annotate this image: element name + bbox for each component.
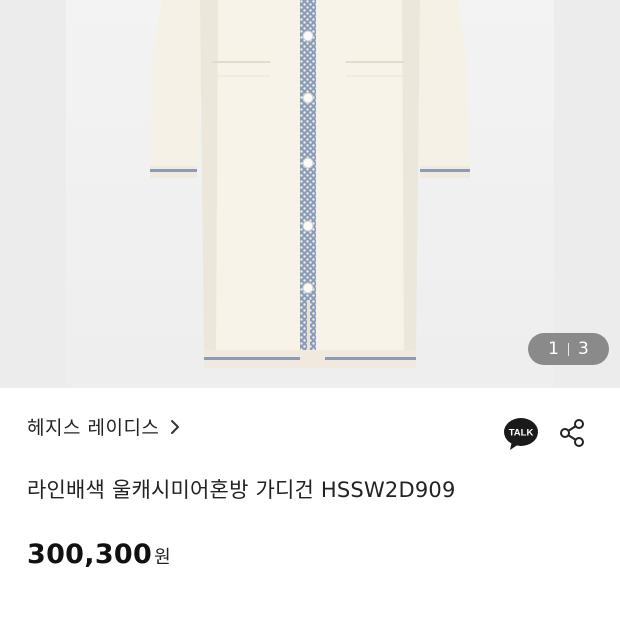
talk-label: TALK (509, 428, 534, 439)
image-pager: 1 3 (528, 333, 609, 365)
brand-link[interactable]: 헤지스 레이디스 (27, 413, 183, 440)
product-image (150, 0, 470, 368)
kakaotalk-icon[interactable]: TALK (503, 417, 539, 451)
pager-total: 3 (578, 339, 589, 359)
price-row: 300,300 원 (27, 539, 171, 570)
price-currency: 원 (154, 547, 171, 568)
share-icon[interactable] (557, 418, 587, 448)
brand-name: 헤지스 레이디스 (27, 417, 160, 439)
pager-current: 1 (548, 339, 559, 359)
product-image-gallery[interactable]: 1 3 (0, 0, 620, 388)
product-price: 300,300 (27, 539, 153, 570)
product-info: 헤지스 레이디스 TALK 라인배색 울캐시미어혼방 가디건 HSSW2D909… (0, 388, 620, 620)
chevron-right-icon (171, 419, 180, 434)
pager-divider (568, 342, 569, 356)
product-title: 라인배색 울캐시미어혼방 가디건 HSSW2D909 (27, 478, 456, 502)
